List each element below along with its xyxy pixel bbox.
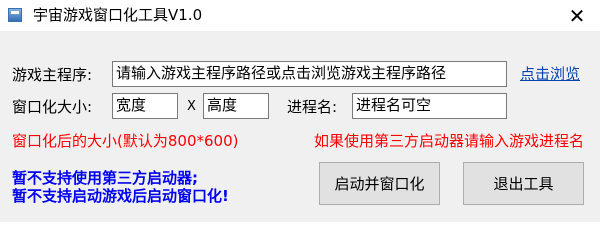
window-title: 宇宙游戏窗口化工具V1.0 bbox=[33, 6, 203, 24]
exit-button[interactable]: 退出工具 bbox=[463, 162, 584, 205]
height-input[interactable]: 高度 bbox=[203, 93, 269, 119]
window-client-area: 游戏主程序: 请输入游戏主程序路径或点击浏览游戏主程序路径 点击浏览 窗口化大小… bbox=[0, 31, 600, 222]
title-bar: 宇宙游戏窗口化工具V1.0 ✕ bbox=[0, 0, 600, 31]
x-separator: X bbox=[187, 99, 196, 114]
game-path-input[interactable]: 请输入游戏主程序路径或点击浏览游戏主程序路径 bbox=[112, 61, 507, 87]
notice-line-1: 暂不支持使用第三方启动器; bbox=[12, 169, 198, 187]
close-button[interactable]: ✕ bbox=[554, 0, 600, 31]
launcher-hint: 如果使用第三方启动器请输入游戏进程名 bbox=[314, 132, 585, 150]
browse-link[interactable]: 点击浏览 bbox=[520, 64, 580, 84]
process-name-input[interactable]: 进程名可空 bbox=[352, 93, 507, 119]
process-name-label: 进程名: bbox=[287, 98, 338, 116]
game-main-label: 游戏主程序: bbox=[12, 66, 93, 84]
notice-line-2: 暂不支持启动游戏后启动窗口化! bbox=[12, 187, 229, 205]
width-input[interactable]: 宽度 bbox=[112, 93, 178, 119]
close-icon: ✕ bbox=[568, 3, 586, 28]
start-windowed-button[interactable]: 启动并窗口化 bbox=[319, 162, 440, 205]
window-size-label: 窗口化大小: bbox=[12, 98, 93, 116]
size-hint: 窗口化后的大小(默认为800*600) bbox=[12, 132, 239, 150]
app-icon bbox=[8, 8, 22, 22]
